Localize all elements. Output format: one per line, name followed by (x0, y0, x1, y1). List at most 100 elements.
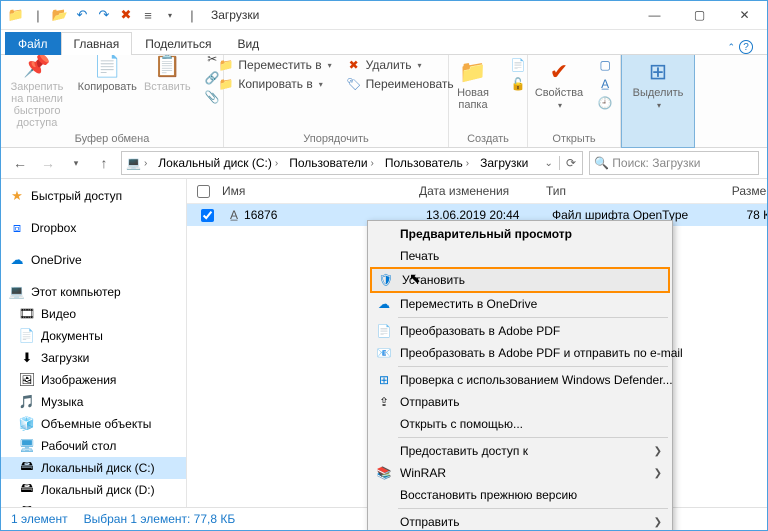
qat-separator: | (29, 6, 47, 24)
font-file-icon: A̲ (230, 208, 238, 222)
col-type[interactable]: Тип (538, 184, 705, 198)
sidebar-item-drive-d[interactable]: 🖴Локальный диск (D:) (1, 479, 186, 501)
ctx-preview[interactable]: Предварительный просмотр (370, 223, 670, 245)
sidebar-thispc[interactable]: 💻Этот компьютер (1, 281, 186, 303)
sidebar-item-documents[interactable]: 📄Документы (1, 325, 186, 347)
chevron-right-icon: ❯ (654, 468, 662, 479)
col-name[interactable]: Имя (214, 184, 411, 198)
tab-home[interactable]: Главная (61, 32, 133, 55)
app-icon: 📁 (7, 6, 25, 24)
chevron-right-icon: ❯ (654, 446, 662, 457)
history-icon[interactable]: 🕘 (593, 95, 617, 111)
col-size[interactable]: Размер (705, 184, 768, 198)
sidebar-item-desktop[interactable]: 🖥Рабочий стол (1, 435, 186, 457)
forward-button[interactable]: → (37, 152, 59, 174)
ctx-adobe-pdf[interactable]: 📄Преобразовать в Adobe PDF (370, 320, 670, 342)
properties-button[interactable]: ✔Свойства▾ (531, 57, 587, 112)
sidebar-dropbox[interactable]: ⧈Dropbox (1, 217, 186, 239)
row-checkbox[interactable] (201, 209, 214, 222)
ctx-restore[interactable]: Восстановить прежнюю версию (370, 484, 670, 506)
qat-open-icon[interactable]: 📂 (51, 6, 69, 24)
context-menu: Предварительный просмотр Печать 🛡Установ… (367, 220, 673, 531)
ctx-share[interactable]: Предоставить доступ к❯ (370, 440, 670, 462)
pdf-mail-icon: 📧 (376, 346, 392, 360)
tab-file[interactable]: Файл (5, 32, 61, 55)
group-organize: 📁Переместить в▾ 📁Копировать в▾ ✖Удалить▾… (224, 55, 449, 147)
ctx-adobe-pdf-mail[interactable]: 📧Преобразовать в Adobe PDF и отправить п… (370, 342, 670, 364)
pdf-icon: 📄 (376, 324, 392, 338)
sidebar-item-pictures[interactable]: 🖼Изображения (1, 369, 186, 391)
quick-access-toolbar: 📁 | 📂 ↶ ↷ ✖ ≡ ▾ | (1, 6, 207, 24)
ctx-defender[interactable]: ⊞Проверка с использованием Windows Defen… (370, 369, 670, 391)
paste-button[interactable]: 📋Вставить (140, 51, 194, 95)
ctx-send2[interactable]: Отправить❯ (370, 511, 670, 531)
copy-button[interactable]: 📄Копировать (80, 51, 134, 95)
window-controls: — ▢ ✕ (632, 1, 767, 29)
properties-icon[interactable]: ≡ (139, 6, 157, 24)
copy-to-button[interactable]: 📁Копировать в▾ (214, 76, 335, 92)
new-folder-button[interactable]: 📁Новая папка (446, 57, 500, 113)
move-to-button[interactable]: 📁Переместить в▾ (214, 57, 335, 73)
new-item-icon[interactable]: 📄 (506, 57, 530, 73)
redo-icon[interactable]: ↷ (95, 6, 113, 24)
group-label: Буфер обмена (7, 131, 217, 147)
group-label: Создать (455, 131, 521, 147)
select-button[interactable]: ⊞Выделить▾ (629, 57, 688, 112)
col-date[interactable]: Дата изменения (411, 184, 538, 198)
tab-share[interactable]: Поделиться (132, 32, 224, 55)
open-icon[interactable]: ▢ (593, 57, 617, 73)
delete-icon[interactable]: ✖ (117, 6, 135, 24)
qat-dropdown-icon[interactable]: ▾ (161, 6, 179, 24)
status-count: 1 элемент (11, 512, 68, 526)
sidebar-item-videos[interactable]: 🎞Видео (1, 303, 186, 325)
edit-icon[interactable]: A̲ (593, 76, 617, 92)
easy-access-icon[interactable]: 🔓 (506, 76, 530, 92)
ctx-winrar[interactable]: 📚WinRAR❯ (370, 462, 670, 484)
sidebar-onedrive[interactable]: ☁OneDrive (1, 249, 186, 271)
title-bar: 📁 | 📂 ↶ ↷ ✖ ≡ ▾ | Загрузки — ▢ ✕ (1, 1, 767, 30)
ctx-openwith[interactable]: Открыть с помощью... (370, 413, 670, 435)
group-label (628, 131, 688, 147)
sidebar-item-downloads[interactable]: ⬇Загрузки (1, 347, 186, 369)
col-checkbox[interactable] (193, 182, 214, 201)
ribbon: 📌Закрепить на панели быстрого доступа 📄К… (1, 55, 767, 148)
group-label: Упорядочить (230, 131, 442, 147)
ctx-print[interactable]: Печать (370, 245, 670, 267)
sidebar-quick-access[interactable]: ★Быстрый доступ (1, 185, 186, 207)
ctx-send[interactable]: ⇪Отправить (370, 391, 670, 413)
sidebar-item-3dobjects[interactable]: 🧊Объемные объекты (1, 413, 186, 435)
delete-button[interactable]: ✖Удалить▾ (342, 57, 458, 73)
tab-view[interactable]: Вид (224, 32, 272, 55)
group-select: ⊞Выделить▾ (621, 54, 695, 148)
chevron-right-icon: ❯ (654, 517, 662, 528)
group-clipboard: 📌Закрепить на панели быстрого доступа 📄К… (1, 55, 224, 147)
up-button[interactable]: ↑ (93, 152, 115, 174)
back-button[interactable]: ← (9, 152, 31, 174)
pin-button[interactable]: 📌Закрепить на панели быстрого доступа (0, 51, 74, 131)
winrar-icon: 📚 (376, 466, 392, 480)
breadcrumb[interactable]: 💻› Локальный диск (C:)› Пользователи› По… (121, 151, 583, 175)
address-bar: ← → ▾ ↑ 💻› Локальный диск (C:)› Пользова… (1, 148, 767, 179)
column-headers: Имя Дата изменения Тип Размер (187, 179, 767, 204)
ctx-install[interactable]: 🛡Установить (370, 267, 670, 293)
maximize-button[interactable]: ▢ (677, 1, 722, 29)
ctx-onedrive[interactable]: ☁Переместить в OneDrive (370, 293, 670, 315)
ribbon-tabs: Файл Главная Поделиться Вид ⌃ ? (1, 30, 767, 55)
undo-icon[interactable]: ↶ (73, 6, 91, 24)
ribbon-collapse[interactable]: ⌃ ? (721, 40, 759, 54)
search-input[interactable]: 🔍 Поиск: Загрузки (589, 151, 759, 175)
recent-button[interactable]: ▾ (65, 152, 87, 174)
shield-icon: 🛡 (378, 273, 394, 287)
rename-button[interactable]: 🏷Переименовать (342, 76, 458, 92)
group-open: ✔Свойства▾ ▢ A̲ 🕘 Открыть (528, 55, 621, 147)
explorer-window: 📁 | 📂 ↶ ↷ ✖ ≡ ▾ | Загрузки — ▢ ✕ Файл Гл… (0, 0, 768, 531)
sidebar-item-music[interactable]: 🎵Музыка (1, 391, 186, 413)
navigation-pane: ★Быстрый доступ ⧈Dropbox ☁OneDrive 💻Этот… (1, 179, 187, 507)
close-button[interactable]: ✕ (722, 1, 767, 29)
onedrive-icon: ☁ (376, 297, 392, 311)
minimize-button[interactable]: — (632, 1, 677, 29)
share-icon: ⇪ (376, 395, 392, 409)
sidebar-item-drive-c[interactable]: 🖴Локальный диск (C:) (1, 457, 186, 479)
group-new: 📁Новая папка 📄 🔓 Создать (449, 55, 528, 147)
defender-icon: ⊞ (376, 373, 392, 387)
